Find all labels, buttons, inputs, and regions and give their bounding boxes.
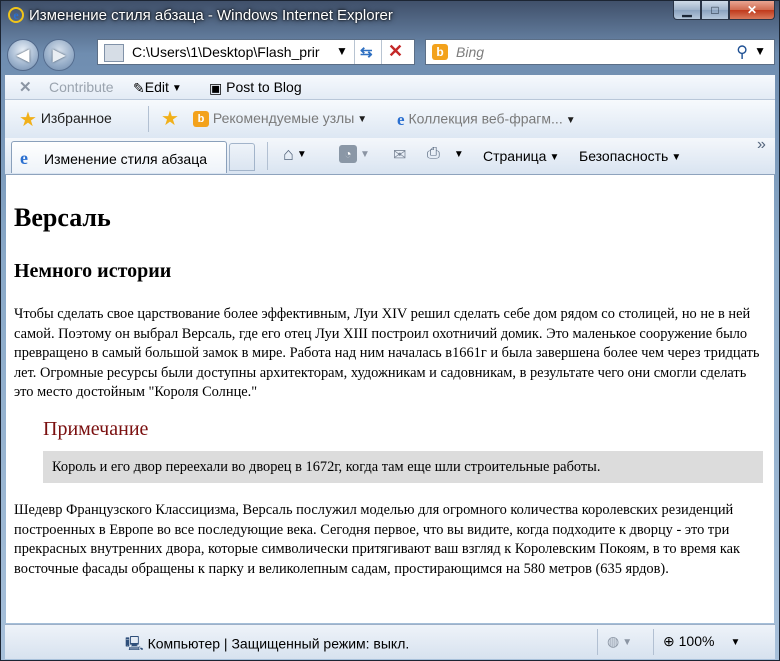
chevron-down-icon: ▼	[296, 149, 307, 160]
chevron-down-icon: ▼	[622, 636, 633, 648]
page-menu-button[interactable]: Страница ▼	[483, 148, 559, 164]
mail-icon: ✉	[393, 147, 407, 164]
chevron-down-icon: ▼	[453, 148, 464, 160]
back-button[interactable]: ◀	[7, 39, 39, 71]
divider	[597, 629, 598, 655]
web-slice-gallery-label: Коллекция веб-фрагм...	[408, 110, 563, 127]
note-title: Примечание	[43, 418, 149, 440]
page-menu-label: Страница	[483, 148, 547, 164]
divider	[653, 629, 654, 655]
section-heading: Немного истории	[14, 260, 172, 282]
zone-settings-button[interactable]: ◍ ▼	[607, 633, 632, 650]
bing-icon: b	[193, 111, 209, 128]
address-dropdown-icon[interactable]: ▼	[336, 44, 348, 58]
history-paragraph: Чтобы сделать свое царствование более эф…	[14, 306, 760, 401]
bing-logo-icon: b	[432, 44, 448, 60]
new-tab-button[interactable]	[229, 143, 255, 171]
favorites-button[interactable]: ★ Избранное	[19, 107, 112, 132]
security-zone[interactable]: 🖳 Компьютер | Защищенный режим: выкл.	[125, 633, 409, 657]
page-heading: Версаль	[14, 203, 111, 232]
ie-page-icon: e	[397, 110, 405, 129]
stop-icon[interactable]: ✕	[388, 41, 403, 62]
post-to-blog-button[interactable]: ▣ Post to Blog	[209, 79, 302, 97]
rss-feed-icon: ◔	[339, 145, 357, 164]
toolbar-close-button[interactable]: ✕	[19, 78, 32, 96]
title-bar: e Изменение стиля абзаца - Windows Inter…	[1, 1, 779, 31]
note-box: Король и его двор переехали во дворец в …	[43, 451, 763, 483]
chevron-down-icon: ▼	[357, 113, 368, 125]
edit-pencil-icon: ✎	[133, 79, 145, 96]
ie-tab-icon: e	[20, 148, 28, 168]
edit-label: Edit	[144, 79, 169, 95]
page-content: Версаль Немного истории Чтобы сделать св…	[6, 175, 774, 623]
tab-current-page[interactable]: e Изменение стиля абзаца	[11, 141, 227, 173]
safety-menu-button[interactable]: Безопасность ▼	[579, 148, 681, 164]
minimize-button[interactable]: ▁	[673, 1, 701, 20]
computer-icon: 🖳	[125, 635, 144, 651]
window-title: Изменение стиля абзаца - Windows Interne…	[29, 7, 393, 24]
address-bar[interactable]: C:\Users\1\Desktop\Flash_prir ▼ ⇆ ✕	[97, 39, 415, 65]
divider	[148, 106, 149, 132]
ie-logo-icon: e	[8, 7, 24, 23]
favorites-label: Избранное	[40, 110, 112, 127]
web-slice-gallery-button[interactable]: e Коллекция веб-фрагм... ▼	[397, 110, 576, 130]
svg-text:e: e	[13, 8, 19, 22]
suggested-sites-label: Рекомендуемые узлы	[212, 110, 355, 126]
forward-button[interactable]: ▶	[43, 39, 75, 71]
search-box[interactable]: b Bing ⚲ ▼	[425, 39, 775, 65]
address-input[interactable]: C:\Users\1\Desktop\Flash_prir	[132, 44, 342, 60]
security-zone-label: Компьютер | Защищенный режим: выкл.	[147, 635, 410, 652]
add-to-favorites-button[interactable]: ★	[161, 106, 179, 131]
globe-icon: ◍	[607, 633, 620, 649]
refresh-icon[interactable]: ⇆	[360, 43, 373, 61]
search-input[interactable]: Bing	[456, 44, 484, 60]
safety-menu-label: Безопасность	[579, 148, 669, 164]
browser-window: e Изменение стиля абзаца - Windows Inter…	[0, 0, 780, 661]
post-to-blog-label: Post to Blog	[226, 79, 302, 95]
add-favorite-star-icon: ★	[161, 108, 179, 130]
divider	[267, 142, 268, 170]
home-button[interactable]: ⌂ ▼	[283, 144, 307, 165]
chevron-down-icon: ▼	[671, 151, 682, 163]
chevron-down-icon: ▼	[171, 82, 182, 94]
divider	[381, 40, 382, 64]
printer-icon: ⎙	[427, 145, 440, 163]
favorites-bar: ★ Избранное ★ b Рекомендуемые узлы ▼ e Ко…	[5, 100, 775, 139]
edit-button[interactable]: ✎Edit ▼	[133, 79, 182, 97]
chevron-down-icon: ▼	[565, 114, 576, 126]
forward-arrow-icon: ▶	[52, 47, 66, 64]
chevron-down-icon: ▼	[730, 636, 741, 648]
classicism-paragraph: Шедевр Французского Классицизма, Версаль…	[14, 502, 741, 577]
home-icon: ⌂	[283, 144, 294, 164]
blog-toolbar: ✕ Contribute ✎Edit ▼ ▣ Post to Blog	[5, 75, 775, 100]
search-icon[interactable]: ⚲	[736, 42, 748, 62]
page-icon	[104, 44, 124, 62]
toolbar-overflow-chevron-icon[interactable]: »	[757, 136, 766, 154]
read-mail-button[interactable]: ✉	[393, 145, 406, 165]
tab-title: Изменение стиля абзаца	[44, 151, 208, 167]
chevron-down-icon: ▼	[360, 148, 370, 160]
contribute-button[interactable]: Contribute	[49, 79, 114, 95]
print-button[interactable]: ⎙ ▼	[427, 145, 464, 163]
feeds-button[interactable]: ◔ ▼	[339, 145, 370, 164]
blog-icon: ▣	[209, 79, 223, 96]
chevron-down-icon: ▼	[549, 151, 560, 163]
zoom-button[interactable]: ⊕ 100% ▼	[663, 633, 740, 650]
suggested-sites-button[interactable]: b Рекомендуемые узлы ▼	[193, 110, 368, 128]
close-window-button[interactable]: ✕	[729, 1, 775, 20]
command-bar: e Изменение стиля абзаца ⌂ ▼ ◔ ▼ ✉ ⎙ ▼ Стра…	[5, 136, 775, 175]
zoom-icon: ⊕	[663, 633, 675, 649]
maximize-button[interactable]: □	[701, 1, 729, 20]
star-icon: ★	[19, 109, 37, 131]
status-bar: 🖳 Компьютер | Защищенный режим: выкл. ◍ ▼…	[5, 624, 775, 659]
back-arrow-icon: ◀	[16, 47, 30, 64]
zoom-level: 100%	[678, 633, 715, 649]
navigation-bar: ◀ ▶ C:\Users\1\Desktop\Flash_prir ▼ ⇆ ✕ …	[1, 31, 779, 75]
divider	[354, 40, 355, 64]
search-options-dropdown-icon[interactable]: ▼	[754, 44, 766, 58]
